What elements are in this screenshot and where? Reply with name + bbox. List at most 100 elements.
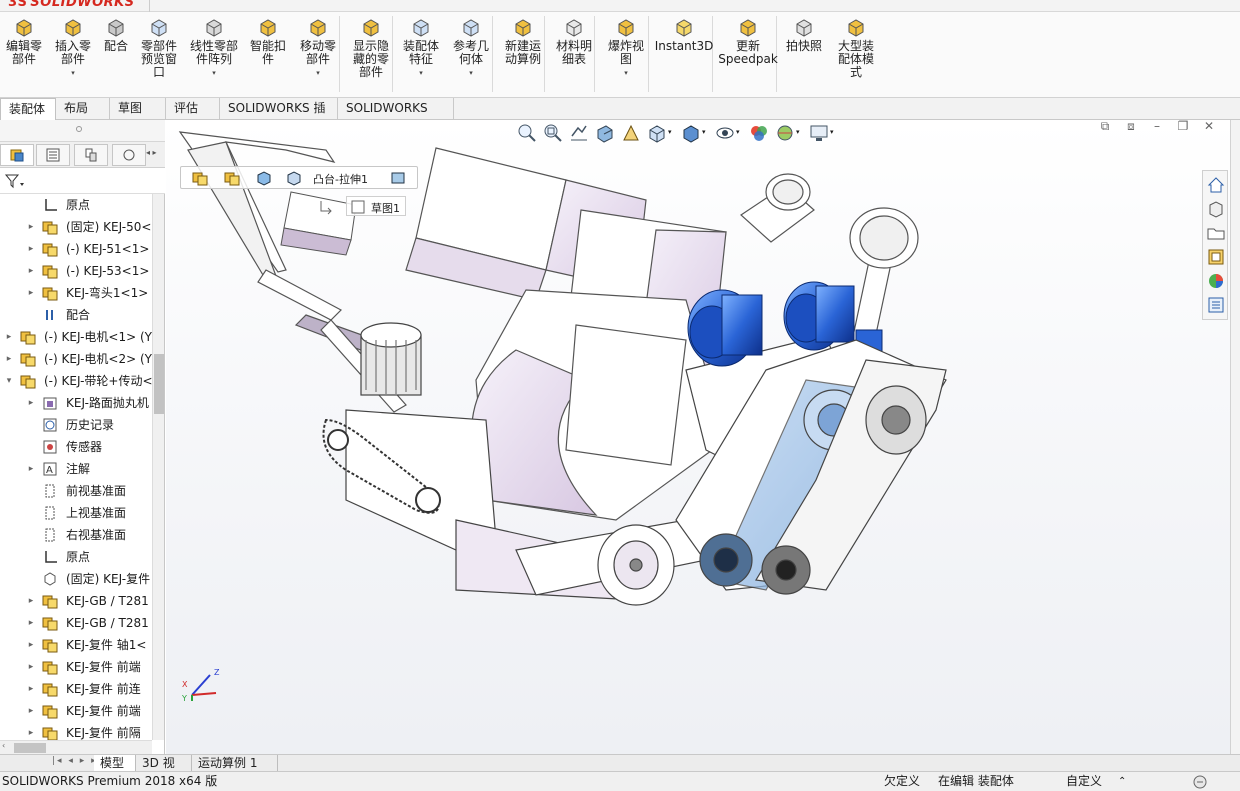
expand-arrow-icon[interactable]: ▸ bbox=[26, 612, 36, 634]
bottom-tab-1[interactable]: 3D 视图 bbox=[136, 755, 192, 786]
scroll-thumb[interactable] bbox=[154, 354, 164, 414]
expand-arrow-icon[interactable]: ▸ bbox=[26, 722, 36, 740]
status-units[interactable]: 自定义 bbox=[1066, 772, 1102, 791]
tab-more[interactable] bbox=[112, 144, 146, 166]
tab-property-manager[interactable] bbox=[36, 144, 70, 166]
tree-item[interactable]: ▸ KEJ-复件 前隔 bbox=[0, 722, 152, 740]
assembly-model-view[interactable] bbox=[166, 120, 1230, 754]
ribbon-button-bill-of-materials[interactable]: 材料明 细表 bbox=[553, 18, 595, 66]
tree-item[interactable]: ▸ (-) KEJ-53<1> bbox=[0, 260, 152, 282]
tree-item[interactable]: ▾ (-) KEJ-带轮+传动< bbox=[0, 370, 152, 392]
expand-arrow-icon[interactable]: ▸ bbox=[26, 282, 36, 304]
tree-item[interactable]: ▸ (固定) KEJ-50< bbox=[0, 216, 152, 238]
expand-arrow-icon[interactable]: ▸ bbox=[26, 656, 36, 678]
tree-item[interactable]: 前视基准面 bbox=[0, 480, 152, 502]
tree-item[interactable]: ▸ KEJ-复件 前端 bbox=[0, 656, 152, 678]
expand-arrow-icon[interactable]: ▸ bbox=[26, 634, 36, 656]
graphics-area[interactable]: ▾ ▾ ▾ ▾ ▾ ⧉ ⧈ – ❐ ✕ 凸台-拉伸1 草图1 Z X Y bbox=[166, 120, 1230, 754]
tab-4[interactable]: SOLIDWORKS 插件 bbox=[220, 98, 338, 136]
expand-arrow-icon[interactable]: ▸ bbox=[26, 590, 36, 612]
body-icon[interactable] bbox=[285, 170, 303, 186]
tree-item[interactable]: ▸ KEJ-复件 轴1< bbox=[0, 634, 152, 656]
exhaust-pipe-left[interactable] bbox=[740, 173, 815, 243]
tree-item[interactable]: ▸ KEJ-弯头1<1> bbox=[0, 282, 152, 304]
tab-0[interactable]: 装配体 bbox=[0, 98, 56, 120]
tree-item[interactable]: 右视基准面 bbox=[0, 524, 152, 546]
ribbon-button-linear-pattern[interactable]: 线性零部 件阵列 ▾ bbox=[186, 18, 242, 80]
bottom-tab-0[interactable]: 模型 bbox=[94, 755, 136, 771]
collapse-arrow-icon[interactable]: ▾ bbox=[4, 370, 14, 392]
chevron-down-icon[interactable]: ▾ bbox=[469, 67, 473, 80]
ribbon-button-reference-geometry[interactable]: 参考几 何体 ▾ bbox=[449, 18, 493, 80]
scroll-left-icon[interactable]: ‹ bbox=[2, 741, 5, 750]
chevron-down-icon[interactable]: ▾ bbox=[316, 67, 320, 80]
ribbon-button-instant3d[interactable]: Instant3D bbox=[655, 18, 713, 53]
tree-item[interactable]: ▸ KEJ-复件 前端 bbox=[0, 700, 152, 722]
ribbon-button-mate[interactable]: 配合 bbox=[100, 18, 132, 53]
tab-2[interactable]: 草图 bbox=[110, 98, 166, 119]
expand-arrow-icon[interactable]: ▸ bbox=[26, 216, 36, 238]
panel-grip[interactable] bbox=[0, 120, 165, 142]
tree-item[interactable]: ▸ A 注解 bbox=[0, 458, 152, 480]
scroll-thumb-h[interactable] bbox=[14, 743, 46, 753]
tree-item[interactable]: 原点 bbox=[0, 194, 152, 216]
expand-arrow-icon[interactable]: ▸ bbox=[26, 392, 36, 414]
motor-1[interactable] bbox=[687, 289, 763, 367]
tree-item[interactable]: 传感器 bbox=[0, 436, 152, 458]
tree-item[interactable]: ▸ (-) KEJ-电机<1> (Y bbox=[0, 326, 152, 348]
rebuild-status-icon[interactable] bbox=[1192, 774, 1210, 790]
assembly-icon[interactable] bbox=[191, 170, 209, 186]
tree-item[interactable]: ▸ KEJ-GB / T281 bbox=[0, 590, 152, 612]
ribbon-button-exploded-view[interactable]: 爆炸视 图 ▾ bbox=[604, 18, 648, 80]
expand-arrow-icon[interactable]: ▸ bbox=[26, 238, 36, 260]
part-icon[interactable] bbox=[255, 170, 273, 186]
tab-feature-manager[interactable] bbox=[0, 144, 34, 166]
logo-area[interactable]: 3S SOLIDWORKS bbox=[0, 0, 150, 12]
ribbon-button-snapshot[interactable]: 拍快照 bbox=[784, 18, 824, 53]
tree-item[interactable]: ▸ KEJ-路面抛丸机 bbox=[0, 392, 152, 414]
tree-item[interactable]: ▸ (-) KEJ-电机<2> (Y bbox=[0, 348, 152, 370]
tree-vertical-scrollbar[interactable] bbox=[152, 194, 164, 740]
tree-item[interactable]: 原点 bbox=[0, 546, 152, 568]
face-icon[interactable] bbox=[389, 170, 407, 186]
chevron-down-icon[interactable]: ▾ bbox=[419, 67, 423, 80]
tab-3[interactable]: 评估 bbox=[166, 98, 220, 119]
expand-arrow-icon[interactable]: ▸ bbox=[4, 326, 14, 348]
ribbon-button-motion-study[interactable]: 新建运 动算例 bbox=[500, 18, 546, 66]
tree-item[interactable]: ▸ KEJ-复件 前连 bbox=[0, 678, 152, 700]
ribbon-button-assembly-feature[interactable]: 装配体 特征 ▾ bbox=[400, 18, 442, 80]
chevron-down-icon[interactable]: ▾ bbox=[624, 67, 628, 80]
file-explorer-icon[interactable] bbox=[1206, 223, 1226, 243]
design-library-icon[interactable] bbox=[1206, 199, 1226, 219]
chevron-down-icon[interactable]: ▾ bbox=[212, 67, 216, 80]
breadcrumb-sketch-label[interactable]: 草图1 bbox=[371, 200, 400, 216]
tab-1[interactable]: 布局 bbox=[56, 98, 110, 119]
ribbon-button-smart-fasteners[interactable]: 智能扣 件 bbox=[247, 18, 289, 66]
tree-filter[interactable] bbox=[0, 168, 165, 194]
tree-item[interactable]: ▸ (-) KEJ-51<1> bbox=[0, 238, 152, 260]
bottom-tab-2[interactable]: 运动算例 1 bbox=[192, 755, 278, 771]
sketch-breadcrumb[interactable]: 草图1 bbox=[320, 196, 406, 216]
home-icon[interactable] bbox=[1206, 175, 1226, 195]
subassembly-icon[interactable] bbox=[223, 170, 241, 186]
front-wheel[interactable] bbox=[597, 524, 675, 606]
ribbon-button-component-preview[interactable]: 零部件 预览窗 口 bbox=[137, 18, 181, 79]
tree-horizontal-scrollbar[interactable]: ‹ bbox=[0, 740, 152, 754]
tree-item[interactable]: 上视基准面 bbox=[0, 502, 152, 524]
ribbon-button-insert-component[interactable]: 插入零 部件 ▾ bbox=[52, 18, 94, 80]
appearances-icon[interactable] bbox=[1206, 271, 1226, 291]
expand-arrow-icon[interactable]: ▸ bbox=[26, 700, 36, 722]
tree-item[interactable]: ▸ KEJ-GB / T281 bbox=[0, 612, 152, 634]
tab-5[interactable]: SOLIDWORKS MBD bbox=[338, 98, 454, 136]
ribbon-button-speedpak[interactable]: 更新 Speedpak bbox=[718, 18, 778, 66]
ribbon-button-show-hidden[interactable]: 显示隐 藏的零 部件 bbox=[348, 18, 394, 79]
ribbon-button-large-assembly[interactable]: 大型装 配体模 式 bbox=[834, 18, 878, 79]
expand-arrow-icon[interactable]: ▸ bbox=[26, 458, 36, 480]
selection-breadcrumb[interactable]: 凸台-拉伸1 bbox=[180, 166, 418, 189]
tab-configuration-manager[interactable] bbox=[74, 144, 108, 166]
units-up-arrow-icon[interactable]: ⌃ bbox=[1118, 772, 1126, 791]
expand-arrow-icon[interactable]: ▸ bbox=[26, 678, 36, 700]
view-palette-icon[interactable] bbox=[1206, 247, 1226, 267]
expand-arrow-icon[interactable]: ▸ bbox=[26, 260, 36, 282]
custom-properties-icon[interactable] bbox=[1206, 295, 1226, 315]
